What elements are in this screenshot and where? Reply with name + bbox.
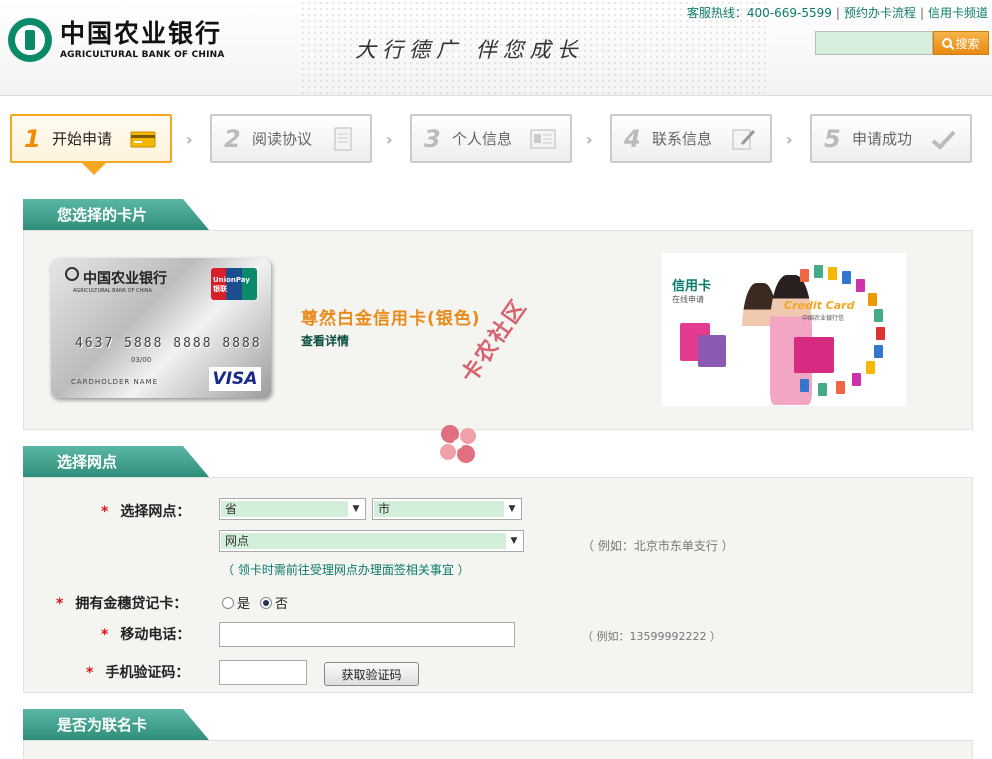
step-label: 个人信息: [452, 130, 513, 148]
required-marker: *: [101, 504, 109, 520]
slogan: 大行德广 伴您成长: [355, 38, 584, 62]
card-bank-name-en: AGRICULTURAL BANK OF CHINA: [73, 288, 152, 294]
section-tab-selected-card: 您选择的卡片: [23, 199, 209, 230]
branch-label: * 选择网点：: [101, 504, 191, 520]
step-label: 阅读协议: [252, 130, 313, 148]
step-number: 1: [24, 124, 41, 153]
edit-icon: [732, 129, 756, 150]
required-marker: *: [101, 627, 109, 643]
radio-no-label: 否: [275, 597, 289, 612]
watermark-logo-icon: [440, 425, 476, 463]
bank-logo[interactable]: 中国农业银行 AGRICULTURAL BANK OF CHINA: [8, 18, 225, 62]
search-button[interactable]: 搜索: [933, 31, 989, 55]
step-label: 开始申请: [52, 130, 113, 148]
cobrand-panel: [23, 740, 973, 759]
card-product-name: 尊然白金信用卡(银色): [301, 309, 481, 329]
dropdown-arrow-icon: ▼: [510, 536, 518, 546]
chevron-right-icon: ›: [586, 130, 593, 149]
chevron-right-icon: ›: [386, 130, 393, 149]
credit-card-image: 中国农业银行 AGRICULTURAL BANK OF CHINA UnionP…: [51, 258, 271, 398]
step-contact-info: 4 联系信息: [610, 114, 772, 163]
chevron-right-icon: ›: [186, 130, 193, 149]
branch-note: （ 领卡时需前往受理网点办理面签相关事宜 ）: [222, 563, 470, 577]
dropdown-arrow-icon: ▼: [352, 504, 360, 514]
card-number: 4637 5888 8888 8888: [75, 336, 262, 351]
link-credit-channel[interactable]: 信用卡频道: [928, 6, 988, 20]
abc-logo-icon: [8, 18, 52, 62]
step-number: 4: [624, 124, 641, 153]
search-button-label: 搜索: [955, 36, 980, 51]
step-number: 2: [224, 124, 241, 153]
required-marker: *: [86, 665, 94, 681]
dropdown-arrow-icon: ▼: [508, 504, 516, 514]
credit-card-icon: [130, 131, 156, 148]
required-marker: *: [56, 596, 64, 612]
step-number: 5: [824, 124, 841, 153]
shopping-bag-icon: [698, 335, 726, 367]
bank-logo-icon: [65, 267, 79, 281]
hotline-text: 客服热线：400-669-5599: [686, 6, 832, 20]
step-success: 5 申请成功: [810, 114, 972, 163]
step-start: 1 开始申请: [10, 114, 172, 175]
document-icon: [334, 127, 352, 151]
section-tab-select-branch: 选择网点: [23, 446, 209, 477]
radio-yes[interactable]: [222, 596, 234, 609]
city-select-value: 市: [374, 501, 504, 517]
province-select-value: 省: [221, 501, 348, 517]
radio-yes-label: 是: [237, 597, 251, 612]
visa-logo: VISA: [209, 367, 261, 391]
promo-credit-card: Credit Card: [784, 299, 855, 312]
sms-code-input[interactable]: [219, 660, 307, 685]
promo-title: 信用卡: [672, 279, 712, 294]
step-agreement: 2 阅读协议: [210, 114, 372, 163]
debit-card-label: * 拥有金穗贷记卡：: [56, 596, 188, 612]
branch-example-hint: （ 例如：北京市东单支行 ）: [582, 539, 734, 553]
promo-bank: 中国农业银行信: [802, 315, 845, 322]
search-input[interactable]: [815, 31, 933, 55]
id-card-icon: [530, 129, 556, 149]
get-sms-code-button[interactable]: 获取验证码: [324, 662, 419, 686]
promo-subtitle: 在线申请: [672, 295, 704, 304]
mobile-label: * 移动电话：: [101, 627, 191, 643]
section-tab-cobrand: 是否为联名卡: [23, 709, 209, 740]
step-label: 联系信息: [652, 130, 713, 148]
link-apply-process[interactable]: 预约办卡流程: [844, 6, 916, 20]
card-bank-name: 中国农业银行: [83, 271, 167, 287]
search-box: 搜索: [815, 31, 989, 55]
step-label: 申请成功: [852, 130, 913, 148]
radio-no[interactable]: [260, 596, 273, 609]
step-number: 3: [424, 124, 441, 153]
branch-select[interactable]: 网点 ▼: [219, 530, 524, 552]
card-expiry: 03/00: [131, 356, 152, 364]
unionpay-logo: UnionPay 银联: [211, 268, 257, 300]
view-details-link[interactable]: 查看详情: [301, 332, 349, 349]
unionpay-label: UnionPay 银联: [213, 276, 250, 293]
top-links: 客服热线：400-669-5599 | 预约办卡流程 | 信用卡频道: [686, 6, 988, 20]
city-select[interactable]: 市 ▼: [372, 498, 522, 520]
search-icon: [942, 38, 953, 48]
step-personal-info: 3 个人信息: [410, 114, 572, 163]
bank-name-cn: 中国农业银行: [60, 19, 223, 48]
province-select[interactable]: 省 ▼: [219, 498, 366, 520]
debit-card-radio-group: 是 否: [222, 593, 288, 612]
shopping-bag-icon: [794, 337, 834, 373]
card-holder: CARDHOLDER NAME: [71, 378, 158, 386]
mobile-input[interactable]: [219, 622, 515, 647]
site-header: 中国农业银行 AGRICULTURAL BANK OF CHINA 大行德广 伴…: [0, 0, 992, 96]
promo-banner[interactable]: 信用卡 在线申请 Credit Card 中国农业银行信: [662, 253, 906, 406]
chevron-right-icon: ›: [786, 130, 793, 149]
mobile-example-hint: （ 例如：13599992222 ）: [582, 630, 721, 643]
bank-name-en: AGRICULTURAL BANK OF CHINA: [60, 50, 225, 60]
active-step-pointer: [82, 163, 106, 175]
application-steps: 1 开始申请 › 2 阅读协议 › 3 个人信息 › 4 联系信息 › 5 申请…: [10, 114, 982, 175]
sms-code-label: * 手机验证码：: [86, 665, 190, 681]
branch-select-value: 网点: [221, 533, 506, 549]
checkmark-icon: [931, 130, 956, 150]
